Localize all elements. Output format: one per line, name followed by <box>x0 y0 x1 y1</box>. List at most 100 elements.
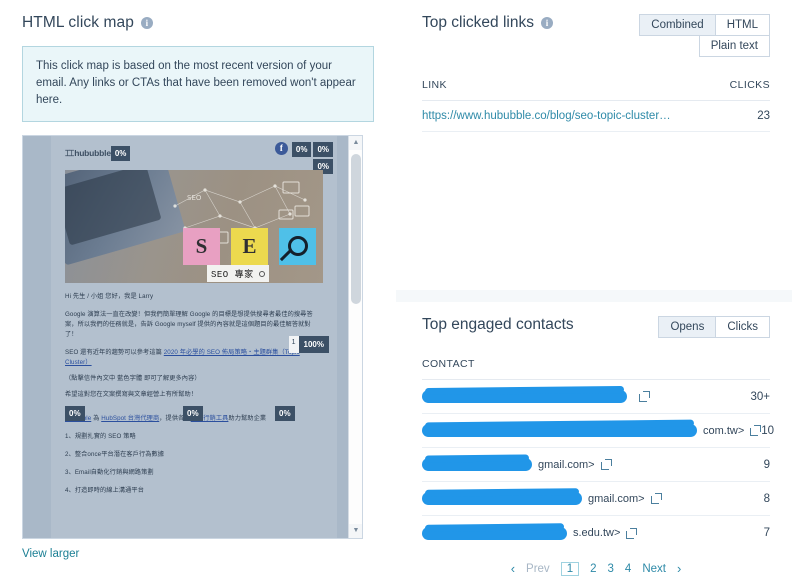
contact-open-count: 9 <box>764 459 770 471</box>
contact-open-count: 7 <box>764 527 770 539</box>
table-header-row: CONTACT <box>422 358 770 380</box>
email-paragraph-1: Google 演算法一直在改變！但我們簡單理解 Google 的目標是想提供搜尋… <box>65 310 323 340</box>
click-badge-footer-a[interactable]: 0% <box>65 406 85 421</box>
top-engaged-contacts-table: CONTACT 30+ com.tw> 1 <box>422 358 770 550</box>
top-clicked-links-header: Top clicked links i Combined HTML Plain … <box>422 14 770 57</box>
tab-html[interactable]: HTML <box>716 14 770 36</box>
hububble-logo: ⌶⌶hububble <box>65 148 111 159</box>
click-badge-logo[interactable]: 0% <box>111 146 131 161</box>
info-icon[interactable]: i <box>141 17 153 29</box>
top-engaged-contacts-title: Top engaged contacts <box>422 316 574 334</box>
external-link-icon[interactable] <box>601 459 612 470</box>
top-clicked-links-table: LINK CLICKS https://www.hububble.co/blog… <box>422 79 770 132</box>
pagination-page-4[interactable]: 4 <box>625 563 631 575</box>
table-row[interactable]: s.edu.tw> 7 <box>422 516 770 550</box>
table-row[interactable]: com.tw> 10 <box>422 414 770 448</box>
click-map-callout: This click map is based on the most rece… <box>22 46 374 122</box>
contact-open-count: 30+ <box>750 391 770 403</box>
tab-clicks[interactable]: Clicks <box>716 316 770 338</box>
click-badge-social-b[interactable]: 0% <box>313 142 333 157</box>
email-paragraph-2: SEO 還有近年的趨勢可以參考這篇 2020 年必學的 SEO 佈局策略・主題群… <box>65 348 323 368</box>
table-header-row: LINK CLICKS <box>422 79 770 101</box>
table-row[interactable]: https://www.hububble.co/blog/seo-topic-c… <box>422 101 770 132</box>
click-map-preview[interactable]: ⌶⌶hububble 0% f 0% 0% 0% <box>22 135 363 539</box>
email-preview-body: ⌶⌶hububble 0% f 0% 0% 0% <box>51 136 337 538</box>
chevron-right-icon[interactable]: › <box>677 561 681 576</box>
tab-plain-text[interactable]: Plain text <box>699 35 770 57</box>
analytics-page: HTML click map i This click map is based… <box>0 0 792 576</box>
column-header-clicks: CLICKS <box>730 79 770 91</box>
email-hero-image: SEO S E SEO 專家 <box>65 170 323 283</box>
tab-opens[interactable]: Opens <box>658 316 716 338</box>
contact-email-tail: gmail.com> <box>538 459 595 471</box>
scroll-down-arrow-icon[interactable]: ▼ <box>349 524 363 538</box>
sticky-note-s: S <box>183 228 220 265</box>
pagination-page-2[interactable]: 2 <box>590 563 596 575</box>
top-engaged-contacts-card: Top engaged contacts Opens Clicks CONTAC… <box>396 302 792 576</box>
external-link-icon[interactable] <box>651 493 662 504</box>
top-clicked-links-title: Top clicked links <box>422 14 534 32</box>
external-link-icon[interactable] <box>750 425 761 436</box>
info-icon[interactable]: i <box>541 17 553 29</box>
redacted-contact-email <box>422 390 627 403</box>
column-header-link: LINK <box>422 79 447 91</box>
top-engaged-contacts-header: Top engaged contacts Opens Clicks <box>422 316 770 338</box>
click-badge-social-a[interactable]: 0% <box>292 142 312 157</box>
contact-email-tail: com.tw> <box>703 425 744 437</box>
click-map-scrollbar[interactable]: ▲ ▼ <box>348 136 362 538</box>
cta-rank-chip: 1 <box>289 336 299 353</box>
email-paragraph-2-prefix: SEO 還有近年的趨勢可以參考這篇 <box>65 349 164 356</box>
contact-open-count: 10 <box>761 425 774 437</box>
pagination-page-1[interactable]: 1 <box>561 562 579 576</box>
footer-text-a: 為 <box>91 415 101 422</box>
html-click-map-panel: HTML click map i This click map is based… <box>0 0 396 576</box>
top-clicked-links-card: Top clicked links i Combined HTML Plain … <box>396 0 792 290</box>
click-map-header: HTML click map i <box>22 14 374 32</box>
table-row[interactable]: gmail.com> 8 <box>422 482 770 516</box>
page-title: HTML click map <box>22 14 134 32</box>
table-row[interactable]: gmail.com> 9 <box>422 448 770 482</box>
right-column: Top clicked links i Combined HTML Plain … <box>396 0 792 576</box>
links-view-toggle: Combined HTML <box>639 14 770 36</box>
email-paragraph-4: 希望這對您在文案撰寫與文章經營上有所幫助！ <box>65 390 323 400</box>
contacts-pagination: ‹ Prev 1 2 3 4 Next › <box>422 561 770 576</box>
pagination-prev[interactable]: Prev <box>526 563 550 575</box>
tab-combined[interactable]: Combined <box>639 14 715 36</box>
redacted-contact-email <box>422 458 532 471</box>
chevron-left-icon[interactable]: ‹ <box>511 561 515 576</box>
footer-text-c: 助力幫助企業 <box>228 415 266 422</box>
table-row[interactable]: 30+ <box>422 380 770 414</box>
email-list-item-3: 3、Email自動化行銷與網路策劃 <box>65 468 323 478</box>
external-link-icon[interactable] <box>626 528 637 539</box>
scroll-up-arrow-icon[interactable]: ▲ <box>349 136 363 150</box>
redacted-contact-email <box>422 492 582 505</box>
redacted-contact-email <box>422 424 697 437</box>
column-header-contact: CONTACT <box>422 358 475 370</box>
svg-text:SEO: SEO <box>187 194 202 202</box>
email-paragraph-3: （點擊信件內文中 藍色字體 即可了解更多內容） <box>65 374 323 384</box>
click-badge-footer-c[interactable]: 0% <box>275 406 295 421</box>
redacted-contact-email <box>422 527 567 540</box>
view-larger-link[interactable]: View larger <box>22 548 79 560</box>
sticky-note-o <box>279 228 316 265</box>
email-list-item-4: 4、打造即時的線上溝通平台 <box>65 486 323 496</box>
facebook-icon[interactable]: f <box>275 142 288 155</box>
pagination-page-3[interactable]: 3 <box>608 563 614 575</box>
scrollbar-thumb[interactable] <box>351 154 361 304</box>
cta-percent-badge: 100% <box>299 336 329 353</box>
link-url[interactable]: https://www.hububble.co/blog/seo-topic-c… <box>422 110 671 122</box>
contact-open-count: 8 <box>764 493 770 505</box>
cta-click-badge-group[interactable]: 1 100% <box>289 336 329 353</box>
contact-email-tail: gmail.com> <box>588 493 645 505</box>
email-list-item-1: 1、規劃扎實的 SEO 策略 <box>65 432 323 442</box>
pagination-next[interactable]: Next <box>642 563 666 575</box>
sticky-note-e: E <box>231 228 268 265</box>
footer-link-hubspot-agency[interactable]: HubSpot 台灣代理商 <box>101 415 159 422</box>
external-link-icon[interactable] <box>639 391 650 402</box>
contacts-metric-toggle: Opens Clicks <box>658 316 770 338</box>
email-logo-row: ⌶⌶hububble 0% f 0% 0% 0% <box>65 142 323 164</box>
hero-search-label: SEO 專家 <box>207 265 269 282</box>
contact-email-tail: s.edu.tw> <box>573 527 620 539</box>
click-badge-footer-b[interactable]: 0% <box>183 406 203 421</box>
email-greeting: Hi 先生 / 小姐 您好，我是 Larry <box>65 292 323 302</box>
